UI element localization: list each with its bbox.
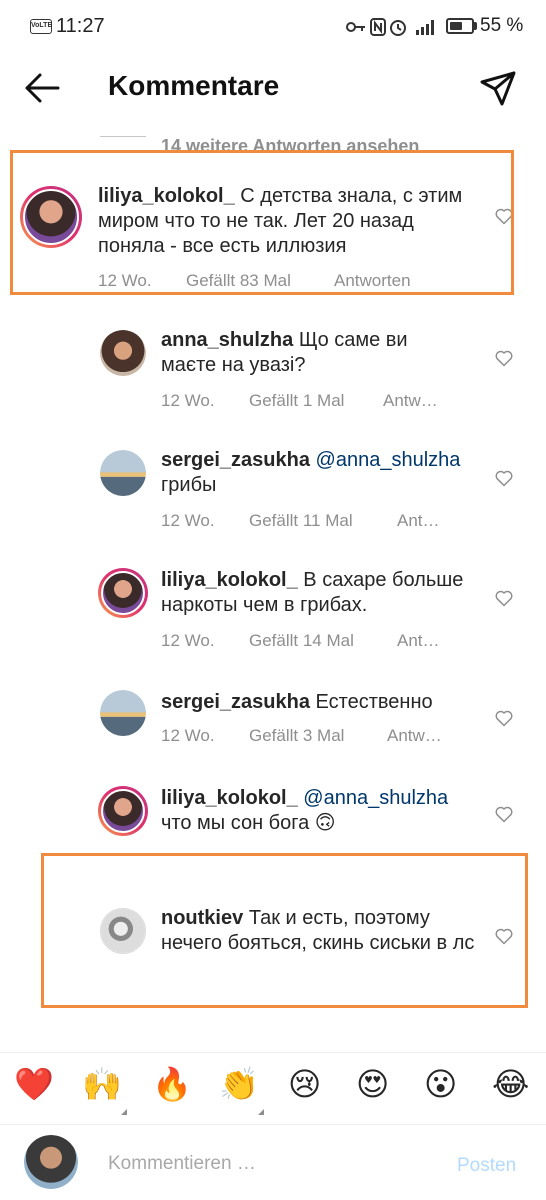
username[interactable]: anna_shulzha	[161, 329, 293, 351]
like-count[interactable]: Gefällt 14 Mal	[249, 631, 354, 651]
username[interactable]: sergei_zasukha	[161, 691, 310, 713]
comment-body: что мы сон бога 🙃	[161, 812, 336, 834]
avatar[interactable]	[98, 786, 148, 836]
status-time: 11:27	[56, 15, 105, 37]
like-heart-icon[interactable]	[494, 804, 514, 824]
comment-composer: Kommentieren … Posten	[0, 1124, 546, 1200]
avatar[interactable]	[100, 690, 146, 736]
highlight-box	[41, 853, 528, 1008]
own-avatar	[24, 1135, 78, 1189]
like-heart-icon[interactable]	[494, 468, 514, 488]
battery-icon	[446, 18, 474, 34]
mention-link[interactable]: @anna_shulzha	[316, 449, 461, 471]
comment-text: liliya_kolokol_ @anna_shulzha что мы сон…	[161, 786, 481, 836]
comment-input[interactable]: Kommentieren …	[108, 1153, 256, 1175]
emoji-tears-of-joy[interactable]: 😂	[492, 1065, 529, 1103]
reply-button[interactable]: Antw…	[387, 726, 442, 746]
emoji-clapping-hands[interactable]: 👏	[219, 1065, 259, 1103]
volte-icon: VoLTE	[30, 19, 52, 34]
direct-send-icon[interactable]	[478, 68, 518, 108]
back-arrow-icon[interactable]	[22, 70, 62, 106]
username[interactable]: liliya_kolokol_	[161, 569, 298, 591]
comment-time: 12 Wo.	[161, 511, 215, 530]
battery-tip	[474, 22, 477, 30]
emoji-heart-eyes[interactable]: 😍	[356, 1065, 389, 1103]
comment-time: 12 Wo.	[161, 631, 215, 650]
emoji-surprised-face[interactable]: 😮	[424, 1065, 457, 1103]
like-count[interactable]: Gefällt 1 Mal	[249, 391, 344, 411]
system-status-icons	[346, 18, 434, 36]
emoji-fire[interactable]: 🔥	[152, 1065, 192, 1103]
emoji-bar: ❤️ 🙌 🔥 👏 😢 😍 😮 😂	[0, 1052, 546, 1124]
like-heart-icon[interactable]	[494, 588, 514, 608]
username[interactable]: sergei_zasukha	[161, 449, 310, 471]
highlight-box	[10, 150, 514, 295]
battery-percent: 55 %	[480, 15, 524, 36]
reply-button[interactable]: Antw…	[383, 391, 438, 411]
reply-button[interactable]: Ant…	[397, 631, 440, 651]
reply-button[interactable]: Ant…	[397, 511, 440, 531]
signal-icon	[416, 20, 434, 35]
avatar[interactable]	[98, 568, 148, 618]
emoji-variant-indicator	[121, 1109, 127, 1115]
comment-text: liliya_kolokol_ В сахаре больше наркоты …	[161, 568, 471, 618]
comment-text: sergei_zasukha @anna_shulzha грибы	[161, 448, 471, 498]
like-count[interactable]: Gefällt 11 Mal	[249, 511, 353, 531]
emoji-raised-hands[interactable]: 🙌	[82, 1065, 122, 1103]
comment-text: anna_shulzha Що саме ви маєте на увазі?	[161, 328, 461, 378]
comment-text: sergei_zasukha Естественно	[161, 690, 471, 715]
comment-time: 12 Wo.	[161, 726, 215, 745]
nfc-icon	[370, 18, 386, 36]
key-icon	[346, 22, 365, 32]
avatar[interactable]	[100, 330, 146, 376]
like-heart-icon[interactable]	[494, 348, 514, 368]
page-title: Kommentare	[108, 70, 280, 101]
mention-link[interactable]: @anna_shulzha	[303, 787, 448, 809]
comment-time: 12 Wo.	[161, 391, 215, 410]
comment-body: Естественно	[315, 691, 433, 713]
comment-body: грибы	[161, 474, 217, 496]
like-heart-icon[interactable]	[494, 708, 514, 728]
header: Kommentare	[0, 56, 546, 122]
comment-list[interactable]: 14 weitere Antworten ansehen liliya_kolo…	[0, 120, 546, 1050]
emoji-crying-face[interactable]: 😢	[288, 1065, 321, 1103]
like-count[interactable]: Gefällt 3 Mal	[249, 726, 344, 746]
emoji-variant-indicator	[258, 1109, 264, 1115]
emoji-red-heart[interactable]: ❤️	[14, 1065, 54, 1103]
username[interactable]: liliya_kolokol_	[161, 787, 298, 809]
status-bar: VoLTE 11:27 55 %	[0, 0, 546, 56]
avatar[interactable]	[100, 450, 146, 496]
divider	[100, 136, 146, 137]
alarm-icon	[390, 20, 406, 36]
post-button[interactable]: Posten	[457, 1155, 516, 1177]
